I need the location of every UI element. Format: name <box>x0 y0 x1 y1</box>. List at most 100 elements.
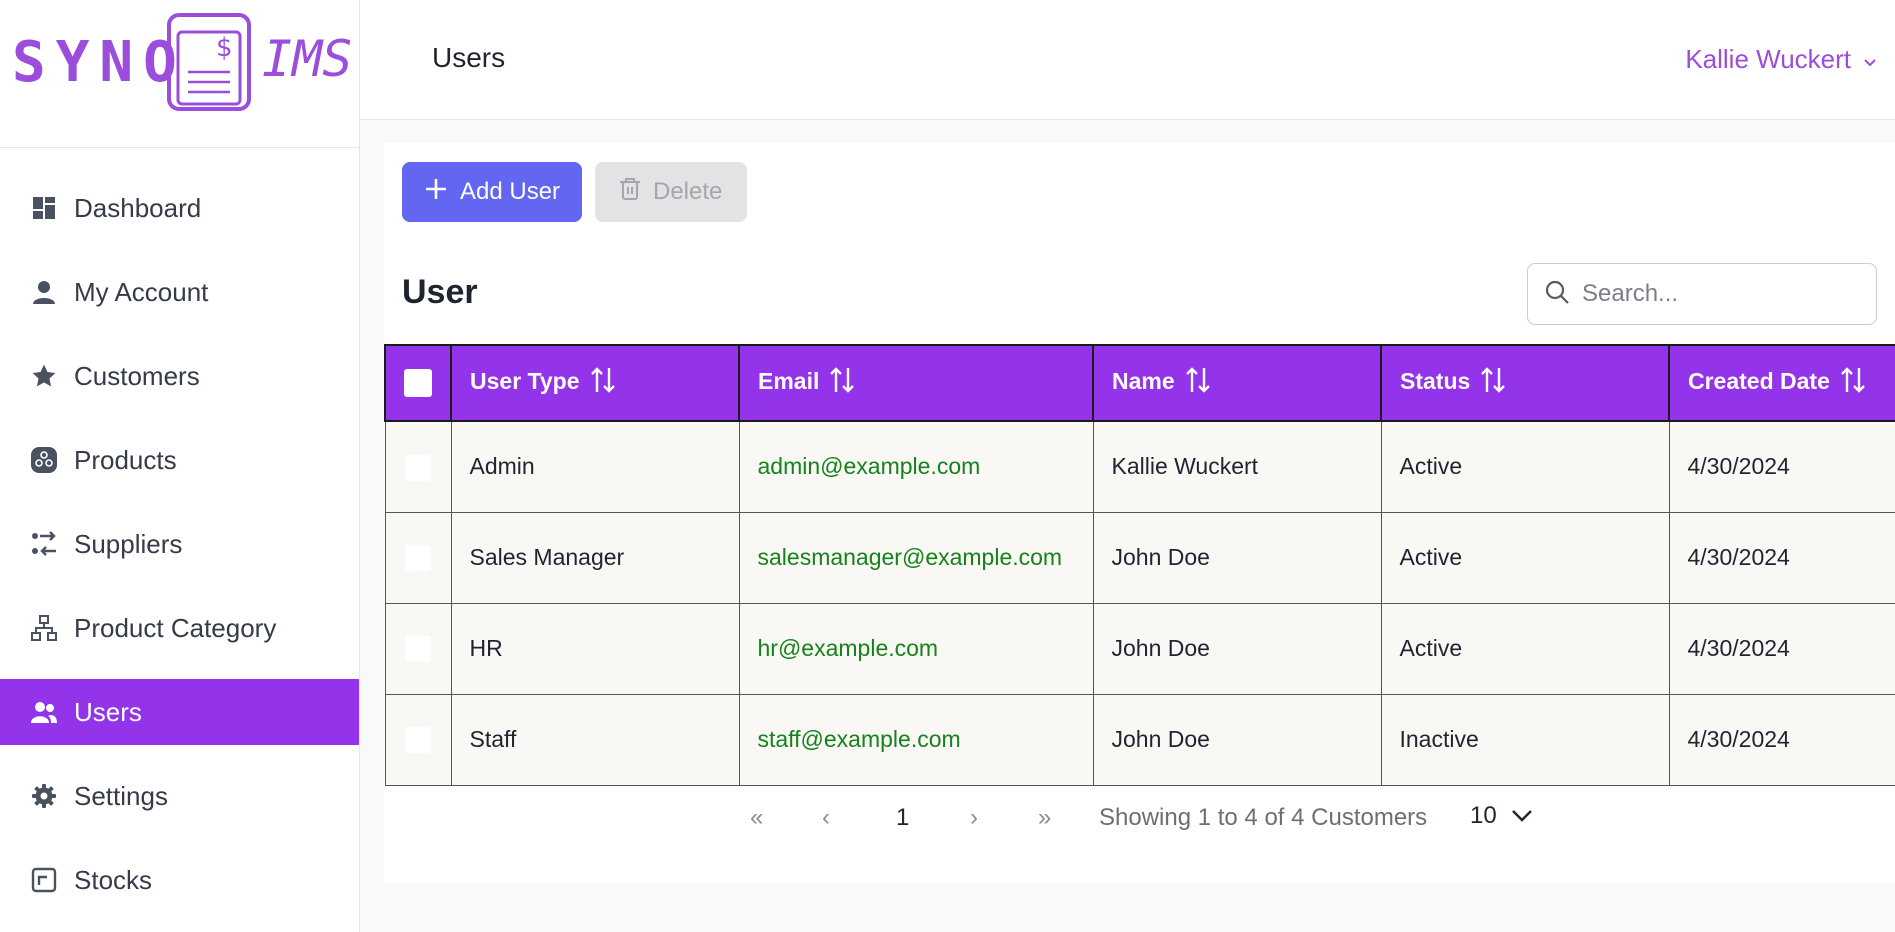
sidebar-item-users[interactable]: Users <box>0 679 359 745</box>
column-header-status[interactable]: Status <box>1380 344 1670 422</box>
select-all-checkbox[interactable] <box>404 369 432 398</box>
cell-name: John Doe <box>1092 693 1382 786</box>
table-row[interactable]: Staff staff@example.com John Doe Inactiv… <box>384 693 1895 786</box>
sidebar-item-settings[interactable]: Settings <box>0 763 359 829</box>
row-checkbox[interactable] <box>405 727 431 754</box>
sort-icon <box>1840 366 1866 400</box>
cell-name: Kallie Wuckert <box>1092 420 1382 513</box>
pagination: « ‹ 1 › » Showing 1 to 4 of 4 Customers … <box>384 790 1895 850</box>
row-checkbox[interactable] <box>405 545 431 572</box>
cell-created-date: 4/30/2024 <box>1668 602 1895 695</box>
sidebar-item-customers[interactable]: Customers <box>0 343 359 409</box>
cell-created-date: 4/30/2024 <box>1668 511 1895 604</box>
search-input[interactable] <box>1582 280 1862 308</box>
sidebar-item-suppliers[interactable]: Suppliers <box>0 511 359 577</box>
sidebar-item-label: Product Category <box>74 612 277 643</box>
suppliers-icon <box>30 530 58 558</box>
logo-text-syno: SYNO <box>12 30 187 95</box>
dashboard-icon <box>30 194 58 222</box>
add-user-button[interactable]: Add User <box>402 162 582 222</box>
cell-name: John Doe <box>1092 511 1382 604</box>
delete-button[interactable]: Delete <box>595 162 747 222</box>
row-select-cell <box>384 420 452 513</box>
sidebar-item-stocks[interactable]: Stocks <box>0 847 359 913</box>
add-user-label: Add User <box>460 178 561 205</box>
sort-icon <box>1480 366 1506 400</box>
column-header-label: Email <box>758 368 820 395</box>
row-checkbox[interactable] <box>405 454 431 481</box>
gear-icon <box>30 782 58 810</box>
chevron-down-icon <box>1511 802 1533 830</box>
sort-icon <box>590 366 616 400</box>
cell-user-type: Sales Manager <box>450 511 740 604</box>
top-header: Users Kallie Wuckert <box>360 0 1895 120</box>
cell-user-type: Staff <box>450 693 740 786</box>
cell-user-type: HR <box>450 602 740 695</box>
sidebar-item-label: My Account <box>74 276 209 307</box>
table-row[interactable]: Admin admin@example.com Kallie Wuckert A… <box>384 420 1895 513</box>
row-checkbox[interactable] <box>405 636 431 663</box>
cell-status: Active <box>1380 602 1670 695</box>
section-title: User <box>402 273 478 311</box>
sort-icon <box>1185 366 1211 400</box>
next-page-button[interactable]: › <box>970 804 978 832</box>
table-row[interactable]: Sales Manager salesmanager@example.com J… <box>384 511 1895 604</box>
products-icon <box>30 446 58 474</box>
table-row[interactable]: HR hr@example.com John Doe Active 4/30/2… <box>384 602 1895 695</box>
user-icon <box>30 278 58 306</box>
pagination-info: Showing 1 to 4 of 4 Customers <box>1099 804 1428 831</box>
page-number-current[interactable]: 1 <box>896 804 909 832</box>
logo-dollar-sign: $ <box>216 33 233 63</box>
cell-email: salesmanager@example.com <box>738 511 1094 604</box>
column-header-label: Created Date <box>1688 368 1830 395</box>
cell-status: Active <box>1380 420 1670 513</box>
cell-email: staff@example.com <box>738 693 1094 786</box>
delete-label: Delete <box>653 178 723 205</box>
logo-text-ims: IMS <box>262 30 353 88</box>
sidebar-item-label: Dashboard <box>74 192 202 223</box>
cell-created-date: 4/30/2024 <box>1668 420 1895 513</box>
sidebar-item-label: Stocks <box>74 864 153 895</box>
stocks-icon <box>30 866 58 894</box>
sitemap-icon <box>30 614 58 642</box>
users-card: Add User Delete User User Type Email Nam… <box>384 143 1895 883</box>
column-header-created-date[interactable]: Created Date <box>1668 344 1895 422</box>
cell-email: hr@example.com <box>738 602 1094 695</box>
column-header-name[interactable]: Name <box>1092 344 1382 422</box>
sidebar-item-my-account[interactable]: My Account <box>0 259 359 325</box>
page-size-select[interactable]: 10 <box>1470 802 1533 830</box>
column-header-user-type[interactable]: User Type <box>450 344 740 422</box>
cell-status: Inactive <box>1380 693 1670 786</box>
invoice-document-icon: $ <box>167 13 251 111</box>
cell-name: John Doe <box>1092 602 1382 695</box>
cell-email: admin@example.com <box>738 420 1094 513</box>
table-header-row: User Type Email Name Status Created Date <box>384 344 1895 422</box>
sidebar-item-label: Suppliers <box>74 528 183 559</box>
prev-page-button[interactable]: ‹ <box>822 804 830 832</box>
sidebar-item-label: Customers <box>74 360 200 391</box>
sidebar: SYNO $ IMS Dashboard My Account Customer… <box>0 0 360 932</box>
search-box <box>1527 263 1877 325</box>
last-page-button[interactable]: » <box>1038 804 1051 832</box>
sidebar-item-label: Settings <box>74 780 168 811</box>
first-page-button[interactable]: « <box>750 804 763 832</box>
sidebar-item-product-category[interactable]: Product Category <box>0 595 359 661</box>
app-logo[interactable]: SYNO $ IMS <box>0 0 359 148</box>
page-title: Users <box>432 42 506 73</box>
sort-icon <box>829 366 855 400</box>
cell-created-date: 4/30/2024 <box>1668 693 1895 786</box>
column-header-email[interactable]: Email <box>738 344 1094 422</box>
sidebar-item-label: Users <box>74 696 142 727</box>
row-select-cell <box>384 693 452 786</box>
page-size-value: 10 <box>1470 802 1497 829</box>
sidebar-item-products[interactable]: Products <box>0 427 359 493</box>
cell-status: Active <box>1380 511 1670 604</box>
chevron-down-icon <box>1863 44 1877 75</box>
user-name: Kallie Wuckert <box>1685 44 1851 74</box>
plus-icon <box>424 177 448 208</box>
user-menu[interactable]: Kallie Wuckert <box>1685 44 1877 75</box>
sidebar-item-dashboard[interactable]: Dashboard <box>0 175 359 241</box>
column-header-label: User Type <box>470 368 580 395</box>
column-header-label: Status <box>1400 368 1471 395</box>
column-header-label: Name <box>1112 368 1175 395</box>
